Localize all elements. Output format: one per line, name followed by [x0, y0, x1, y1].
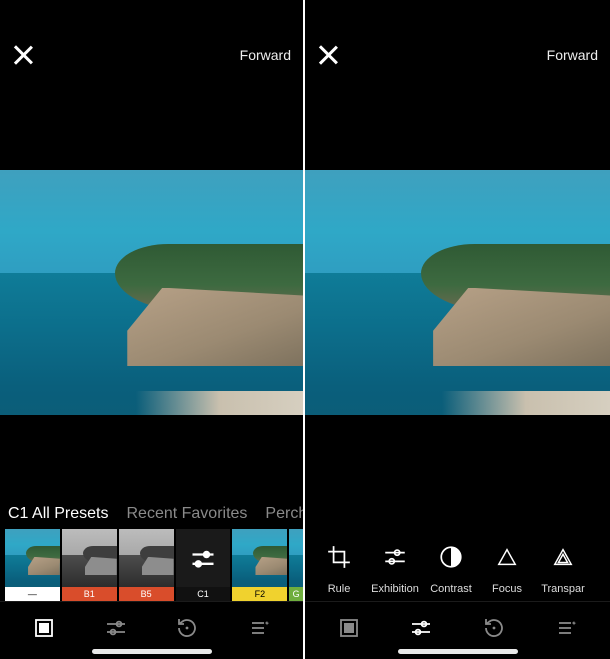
tool-rule[interactable]: Rule — [313, 521, 365, 595]
preset-g[interactable]: G — [289, 529, 303, 601]
preset-b5[interactable]: B5 — [119, 529, 174, 601]
preset-label: G — [289, 587, 303, 601]
category-tab-all[interactable]: C1 All Presets — [8, 505, 108, 523]
header: Forward — [305, 20, 610, 90]
close-icon[interactable] — [12, 44, 34, 66]
tool-label: Focus — [492, 583, 522, 595]
photo-canvas[interactable] — [0, 170, 303, 415]
pane-presets: Forward C1 All Presets Recent Favorites … — [0, 0, 305, 659]
bottom-tabbar — [305, 601, 610, 647]
sliders-icon — [382, 544, 408, 573]
bottom-tabbar — [0, 601, 303, 647]
tool-label: Transpar — [541, 583, 585, 595]
preset-label: F2 — [232, 587, 287, 601]
tool-strip: Rule Exhibition Contrast Focus Transpar — [305, 521, 610, 601]
header: Forward — [0, 20, 303, 90]
triangle-icon — [496, 544, 518, 573]
tool-contrast[interactable]: Contrast — [425, 521, 477, 595]
pane-tools: Forward Rule Exhibition Contrast — [305, 0, 610, 659]
photo-canvas[interactable] — [305, 170, 610, 415]
tab-history[interactable] — [171, 616, 203, 640]
category-tab-recent[interactable]: Recent Favorites — [126, 505, 247, 523]
forward-button[interactable]: Forward — [240, 47, 291, 63]
tab-recipes[interactable] — [243, 616, 275, 640]
category-tab-perch[interactable]: Perch — [265, 505, 303, 523]
forward-button[interactable]: Forward — [547, 47, 598, 63]
tab-adjust[interactable] — [100, 616, 132, 640]
preset-c1-selected[interactable]: C1 — [176, 529, 231, 601]
tool-transpar[interactable]: Transpar — [537, 521, 589, 595]
triangle-outline-icon — [552, 544, 574, 573]
preset-f2[interactable]: F2 — [232, 529, 287, 601]
tab-presets[interactable] — [333, 616, 365, 640]
preset-label: B1 — [62, 587, 117, 601]
tool-label: Contrast — [430, 583, 472, 595]
preset-b1[interactable]: B1 — [62, 529, 117, 601]
tab-recipes[interactable] — [550, 616, 582, 640]
tab-adjust[interactable] — [405, 616, 437, 640]
preset-label: B5 — [119, 587, 174, 601]
tool-exhibition[interactable]: Exhibition — [369, 521, 421, 595]
tab-history[interactable] — [478, 616, 510, 640]
tab-presets[interactable] — [28, 616, 60, 640]
preset-label: C1 — [176, 587, 231, 601]
preset-label: — — [5, 587, 60, 601]
preset-original[interactable]: — — [5, 529, 60, 601]
preset-strip: — B1 B5 C1 F2 G — [0, 529, 303, 601]
tool-label: Exhibition — [371, 583, 419, 595]
close-icon[interactable] — [317, 44, 339, 66]
crop-icon — [326, 544, 352, 573]
home-indicator — [0, 647, 303, 659]
preset-category-tabs: C1 All Presets Recent Favorites Perch — [0, 505, 303, 529]
tool-focus[interactable]: Focus — [481, 521, 533, 595]
sliders-icon — [176, 529, 231, 587]
contrast-icon — [438, 544, 464, 573]
home-indicator — [305, 647, 610, 659]
tool-label: Rule — [328, 583, 351, 595]
